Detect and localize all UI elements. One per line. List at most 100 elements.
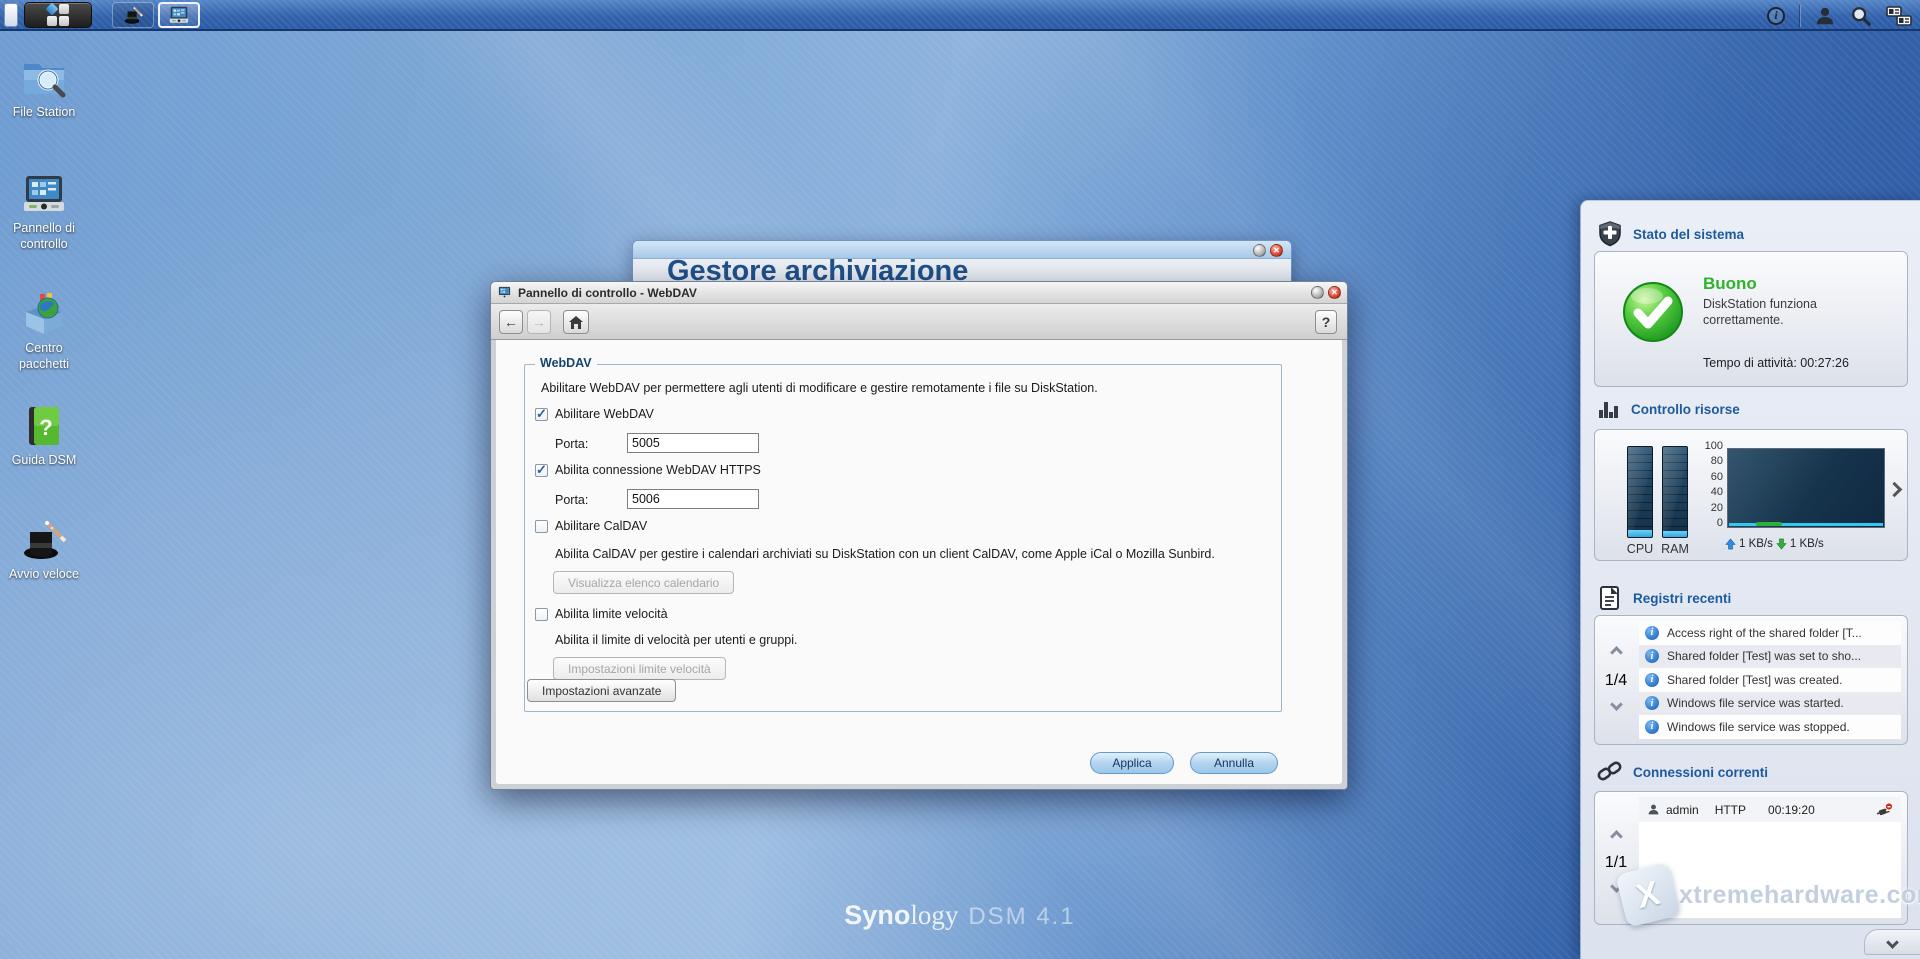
log-text: Windows file service was started.	[1667, 696, 1844, 711]
widget-title: Registri recenti	[1633, 590, 1732, 606]
sidebar-collapse-tab[interactable]	[1864, 929, 1920, 955]
home-button[interactable]	[563, 310, 589, 334]
log-text: Windows file service was stopped.	[1667, 719, 1850, 734]
site-watermark: X xtremehardware.com	[1615, 862, 1920, 928]
log-text: Shared folder [Test] was set to sho...	[1667, 649, 1862, 664]
enable-caldav-label: Abilitare CalDAV	[555, 519, 648, 533]
control-panel-icon	[498, 286, 511, 298]
dialog-titlebar[interactable]: Pannello di controllo - WebDAV	[491, 282, 1347, 304]
dialog-title: Pannello di controllo - WebDAV	[518, 285, 697, 300]
info-circle-icon	[1645, 672, 1659, 687]
connections-box: 1/1 admin HTTP 00:19:20 X xtremehardware…	[1594, 791, 1920, 928]
search-icon[interactable]	[1850, 5, 1872, 27]
logs-page-down[interactable]	[1595, 696, 1637, 714]
svg-text:?: ?	[39, 415, 52, 440]
log-document-icon	[1600, 586, 1619, 610]
main-menu-button[interactable]	[24, 2, 92, 28]
log-list: Access right of the shared folder [T... …	[1639, 621, 1901, 739]
back-button[interactable]: ←	[499, 310, 523, 334]
ram-label: RAM	[1661, 542, 1689, 556]
desktop-icon-quick-start[interactable]: Avvio veloce	[8, 516, 80, 583]
dsm-desktop: i File Station Pannello di controllo Cen…	[0, 0, 1920, 959]
cancel-button[interactable]: Annulla	[1190, 752, 1278, 774]
system-status-header: Stato del sistema	[1597, 221, 1744, 247]
dialog-content: WebDAV Abilitare WebDAV per permettere a…	[496, 340, 1342, 784]
enable-https-checkbox[interactable]	[535, 462, 548, 478]
desktop-icon-label: File Station	[12, 105, 76, 119]
info-icon[interactable]: i	[1767, 6, 1785, 25]
download-speed: 1 KB/s	[1789, 538, 1824, 550]
enable-caldav-checkbox[interactable]	[535, 520, 548, 533]
logs-page-up[interactable]	[1595, 644, 1637, 662]
apply-button[interactable]: Applica	[1090, 752, 1174, 774]
connection-row[interactable]: admin HTTP 00:19:20	[1639, 797, 1901, 822]
enable-webdav-checkbox[interactable]	[535, 406, 548, 422]
disconnect-icon[interactable]	[1876, 802, 1893, 817]
magic-hat-icon	[124, 7, 143, 24]
https-port-input[interactable]	[627, 489, 759, 509]
desktop-icon-control-panel[interactable]: Pannello di controllo	[8, 170, 80, 252]
resource-monitor-box[interactable]: CPU RAM 100 80 60 40 20 0 1 KB/s 1 KB/s	[1594, 429, 1908, 561]
connection-user: admin	[1666, 802, 1699, 817]
cpu-gauge	[1627, 446, 1653, 538]
axis-tick: 40	[1710, 486, 1723, 498]
close-button[interactable]	[1270, 244, 1283, 257]
enable-speed-limit-checkbox[interactable]	[535, 608, 548, 621]
collapse-chevron-icon	[1886, 935, 1899, 949]
watermark-tile: X	[1615, 862, 1681, 928]
close-button[interactable]	[1328, 286, 1341, 299]
system-status-box: Buono DiskStation funziona correttamente…	[1594, 251, 1908, 387]
enable-https-label: Abilita connessione WebDAV HTTPS	[555, 463, 761, 477]
show-desktop-button[interactable]	[4, 3, 18, 27]
system-status-message: DiskStation funziona correttamente.	[1703, 297, 1817, 328]
widget-title: Controllo risorse	[1631, 401, 1740, 417]
info-circle-icon	[1645, 625, 1659, 640]
log-row[interactable]: Access right of the shared folder [T...	[1639, 621, 1901, 645]
widget-title: Stato del sistema	[1633, 226, 1745, 242]
axis-tick: 20	[1710, 502, 1723, 514]
recent-logs-header: Registri recenti	[1597, 585, 1731, 611]
widget-title: Connessioni correnti	[1633, 764, 1769, 780]
desktop-icon-file-station[interactable]: File Station	[8, 54, 80, 121]
package-center-icon	[26, 293, 62, 334]
connections-page-up[interactable]	[1595, 828, 1637, 846]
log-row[interactable]: Shared folder [Test] was set to sho...	[1639, 644, 1901, 668]
help-button[interactable]: ?	[1315, 310, 1337, 334]
upload-speed: 1 KB/s	[1739, 538, 1773, 550]
advanced-settings-button[interactable]: Impostazioni avanzate	[527, 679, 677, 702]
upload-arrow-icon	[1725, 538, 1736, 550]
recent-logs-box: 1/4 Access right of the shared folder [T…	[1594, 615, 1908, 745]
ram-gauge	[1662, 446, 1688, 538]
minimize-button[interactable]	[1311, 286, 1324, 299]
cpu-gauge-fill	[1628, 529, 1652, 537]
main-menu-icon	[45, 2, 69, 26]
user-icon[interactable]	[1814, 5, 1836, 27]
taskbar: i	[0, 0, 1920, 31]
desktop-icon-label: Centro pacchetti	[18, 341, 70, 371]
log-row[interactable]: Windows file service was stopped.	[1639, 715, 1901, 739]
log-row[interactable]: Windows file service was started.	[1639, 691, 1901, 715]
desktop-icon-label: Guida DSM	[11, 453, 77, 467]
webdav-fieldset: WebDAV Abilitare WebDAV per permettere a…	[524, 356, 1282, 712]
log-row[interactable]: Shared folder [Test] was created.	[1639, 668, 1901, 692]
network-upload-line	[1729, 523, 1883, 526]
desktop-icon-label: Avvio veloce	[9, 567, 79, 581]
system-status-value: Buono	[1703, 274, 1757, 293]
minimize-button[interactable]	[1253, 244, 1266, 257]
taskbar-app-control-panel[interactable]	[158, 2, 200, 28]
taskbar-app-quick-start[interactable]	[112, 2, 154, 28]
pilot-view-icon[interactable]	[1886, 5, 1912, 27]
expand-chevron-icon[interactable]	[1886, 481, 1903, 498]
info-circle-icon	[1645, 719, 1659, 734]
info-circle-icon	[1645, 649, 1659, 664]
brand-light: logy	[910, 900, 959, 930]
desktop-icon-package-center[interactable]: Centro pacchetti	[8, 290, 80, 372]
forward-button[interactable]: →	[527, 310, 551, 334]
axis-tick: 0	[1716, 517, 1723, 529]
desktop-icon-dsm-help[interactable]: ? Guida DSM	[8, 402, 80, 469]
control-panel-webdav-dialog: Pannello di controllo - WebDAV ← → ? Web…	[490, 281, 1348, 790]
speed-limit-settings-button[interactable]: Impostazioni limite velocità	[553, 657, 726, 680]
caldav-list-button[interactable]: Visualizza elenco calendario	[553, 571, 735, 594]
webdav-port-input[interactable]	[627, 433, 759, 453]
network-graph	[1727, 448, 1885, 528]
